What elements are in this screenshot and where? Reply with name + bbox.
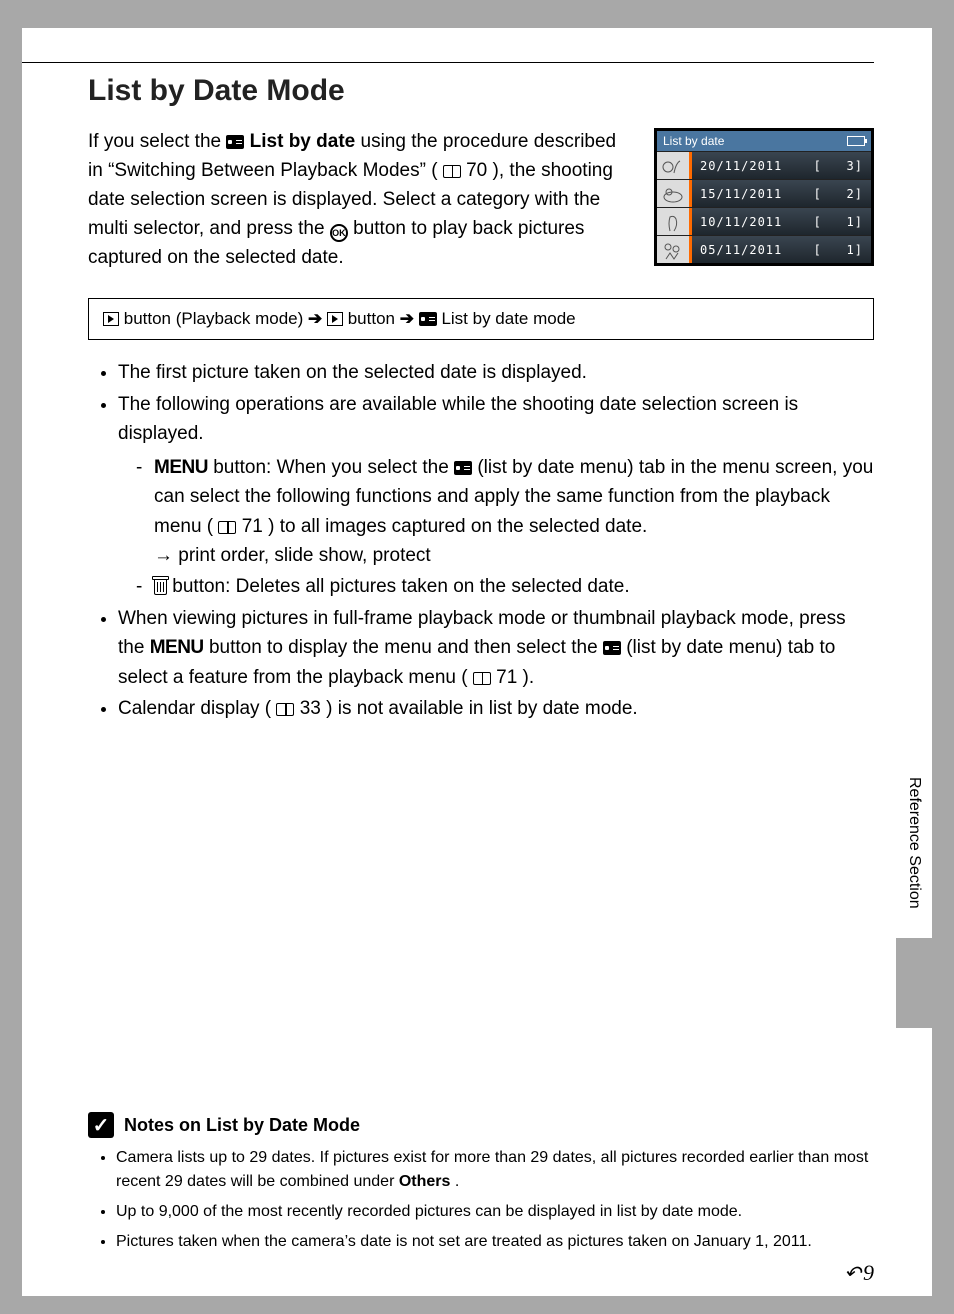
screen-row: 05/11/2011 [ 1] [657,235,871,263]
side-tab-label: Reference Section [896,748,932,938]
t: If you select the [88,131,226,152]
notes-heading: ✓ Notes on List by Date Mode [88,1112,874,1138]
t: List by date mode [441,309,575,328]
list-by-date-icon [419,312,437,326]
screen-row: 20/11/2011 [ 3] [657,151,871,179]
list-item: MENU button: When you select the (list b… [136,453,874,571]
t: button (Playback mode) [124,309,308,328]
list-by-date-icon [603,641,621,655]
camera-screen-illustration: List by date 20/11/2011 [ 3] 15/11/2011 … [654,128,874,266]
count: [ 2] [814,187,863,201]
t: The following operations are available w… [118,394,798,444]
date-cell: 05/11/2011 [ 1] [689,236,871,263]
list-item: The following operations are available w… [118,390,874,602]
check-icon: ✓ [88,1112,114,1138]
n: 1 [847,243,855,257]
t: button [348,309,400,328]
menu-button-label: MENU [150,637,204,658]
ref: 71 [242,516,263,537]
list-item: Calendar display ( 33 ) is not available… [118,694,874,723]
count: [ 1] [814,243,863,257]
page-title: List by Date Mode [88,74,874,108]
t: ) is not available in list by date mode. [326,698,638,719]
section-link-icon: ↶ [844,1261,861,1286]
date: 15/11/2011 [700,187,782,201]
notes-list: Camera lists up to 29 dates. If pictures… [88,1146,874,1254]
navigation-path-box: button (Playback mode) ➔ button ➔ List b… [88,298,874,340]
book-ref-icon [276,703,294,716]
ref: 71 [496,667,517,688]
notes-section: ✓ Notes on List by Date Mode Camera list… [88,1112,874,1260]
t: ). [523,667,535,688]
date-cell: 10/11/2011 [ 1] [689,208,871,235]
t: ) to all images captured on the selected… [268,516,647,537]
notes-title: Notes on List by Date Mode [124,1115,360,1136]
book-ref-icon [443,165,461,178]
date-cell: 20/11/2011 [ 3] [689,152,871,179]
t: button: Deletes all pictures taken on th… [172,576,629,597]
trash-icon [154,579,167,595]
t: button to display the menu and then sele… [209,637,603,658]
thumbnail-icon [657,208,689,235]
intro-section: If you select the List by date using the… [88,128,874,272]
ref: 33 [300,698,321,719]
t: button: When you select the [213,457,454,478]
screen-title: List by date [663,134,724,148]
list-item: button: Deletes all pictures taken on th… [136,572,874,601]
book-ref-icon [218,521,236,534]
t: . [455,1173,459,1190]
sub-list: MENU button: When you select the (list b… [118,453,874,602]
page-number: ↶ 9 [844,1260,874,1286]
t: → print order, slide show, protect [154,545,431,566]
n: 2 [847,187,855,201]
date: 20/11/2011 [700,159,782,173]
t: Camera lists up to 29 dates. If pictures… [116,1149,868,1190]
date-cell: 15/11/2011 [ 2] [689,180,871,207]
screen-header: List by date [657,131,871,151]
arrow-icon: ➔ [400,309,414,328]
page-number-value: 9 [863,1260,874,1286]
side-tab-divider [896,938,932,1028]
date: 05/11/2011 [700,243,782,257]
list-item: Pictures taken when the camera’s date is… [116,1230,874,1254]
ref: 70 [466,160,487,181]
arrow-icon: ➔ [308,309,322,328]
playback-icon [103,312,119,326]
screen-row: 10/11/2011 [ 1] [657,207,871,235]
book-ref-icon [473,672,491,685]
count: [ 3] [814,159,863,173]
menu-button-label: MENU [154,457,208,478]
bold-label: List by date [250,131,356,152]
n: 1 [847,215,855,229]
list-item: Up to 9,000 of the most recently recorde… [116,1200,874,1224]
thumbnail-icon [657,180,689,207]
n: 3 [847,159,855,173]
list-item: The first picture taken on the selected … [118,358,874,387]
screen-row: 15/11/2011 [ 2] [657,179,871,207]
manual-page: List by Date Mode If you select the List… [22,28,932,1296]
list-by-date-icon [226,135,244,149]
list-item: When viewing pictures in full-frame play… [118,604,874,692]
bold: Others [399,1173,451,1190]
intro-paragraph: If you select the List by date using the… [88,128,636,272]
thumbnail-icon [657,152,689,179]
count: [ 1] [814,215,863,229]
list-by-date-icon [454,461,472,475]
main-bullet-list: The first picture taken on the selected … [88,358,874,723]
t: Calendar display ( [118,698,271,719]
battery-icon [847,136,865,146]
ok-button-icon: OK [330,224,348,242]
playback-icon [327,312,343,326]
date: 10/11/2011 [700,215,782,229]
thumbnail-icon [657,236,689,263]
list-item: Camera lists up to 29 dates. If pictures… [116,1146,874,1194]
header-rule [22,62,874,63]
